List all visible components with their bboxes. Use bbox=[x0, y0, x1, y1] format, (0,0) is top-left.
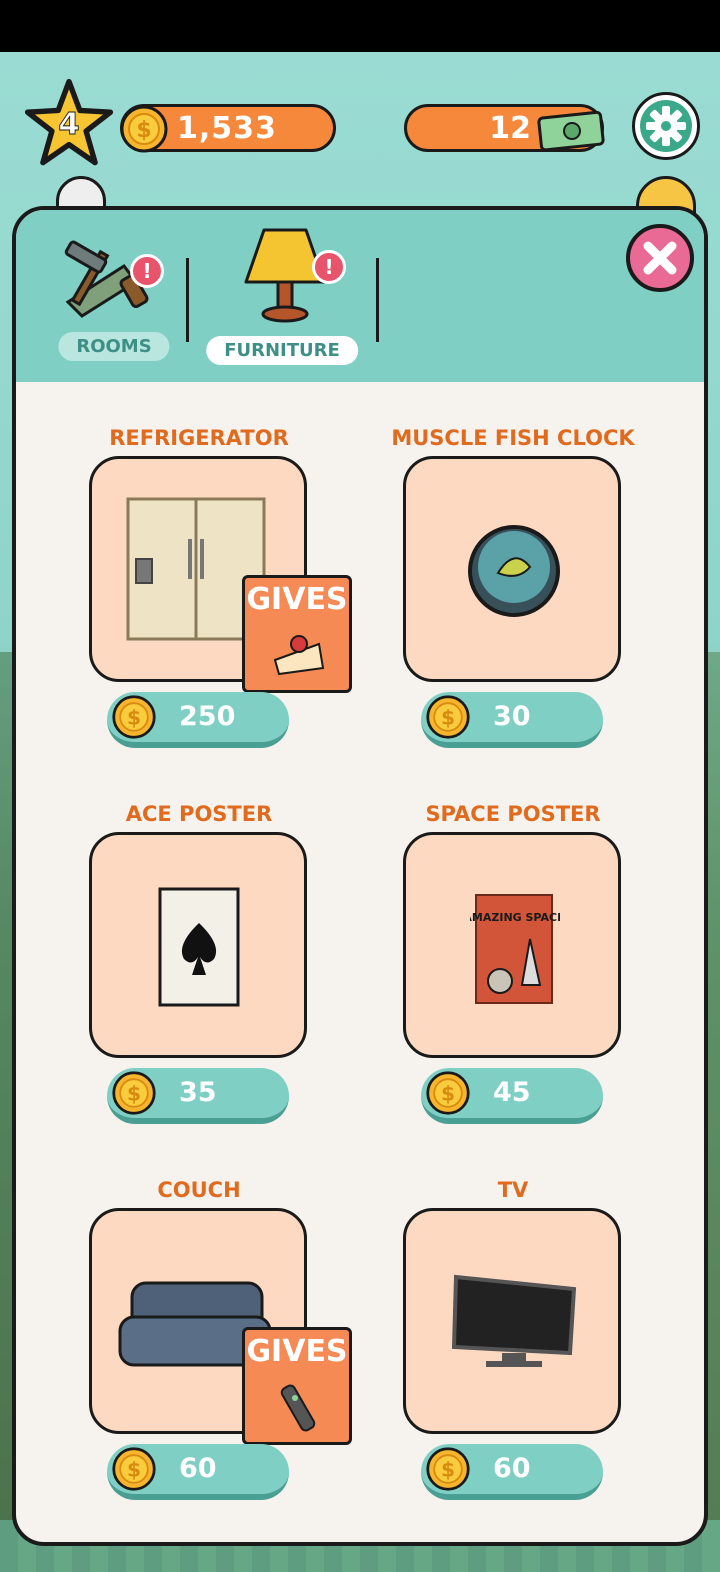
ace-of-spades-icon bbox=[158, 887, 240, 1007]
gives-reward-badge: GIVES bbox=[242, 575, 352, 693]
coin-icon: $ bbox=[120, 105, 168, 153]
price-value: 250 bbox=[179, 701, 236, 732]
furniture-alert-badge: ! bbox=[312, 250, 346, 284]
shop-header: ! ROOMS ! FURNITURE bbox=[16, 210, 704, 382]
status-bar bbox=[0, 0, 720, 52]
price-value: 60 bbox=[179, 1453, 217, 1484]
remote-control-icon bbox=[280, 1384, 316, 1432]
price-button[interactable]: $ 250 bbox=[107, 692, 289, 748]
svg-text:$: $ bbox=[127, 1081, 141, 1105]
tab-furniture-label: FURNITURE bbox=[206, 336, 358, 365]
item-card[interactable] bbox=[403, 456, 621, 682]
rooms-alert-badge: ! bbox=[130, 254, 164, 288]
coin-icon: $ bbox=[112, 695, 156, 739]
item-title: TV bbox=[497, 1178, 529, 1202]
fish-clock-icon bbox=[468, 525, 560, 617]
close-button[interactable] bbox=[626, 224, 694, 292]
price-button[interactable]: $ 45 bbox=[421, 1068, 603, 1124]
coin-icon: $ bbox=[426, 1447, 470, 1491]
price-value: 35 bbox=[179, 1077, 217, 1108]
tv-icon bbox=[451, 1274, 577, 1367]
settings-button[interactable] bbox=[632, 92, 700, 160]
cake-icon bbox=[273, 635, 325, 676]
svg-text:$: $ bbox=[127, 705, 141, 729]
svg-text:$: $ bbox=[441, 705, 455, 729]
cash-balance-bar[interactable]: 12 bbox=[404, 104, 605, 152]
price-button[interactable]: $ 30 bbox=[421, 692, 603, 748]
gear-icon bbox=[640, 100, 692, 152]
price-value: 30 bbox=[493, 701, 531, 732]
svg-text:$: $ bbox=[441, 1457, 455, 1481]
item-card[interactable]: GIVES bbox=[89, 456, 352, 693]
tab-divider bbox=[376, 258, 379, 342]
tab-rooms-label: ROOMS bbox=[58, 332, 170, 361]
coin-balance-value: 1,533 bbox=[177, 111, 277, 146]
poster-text: AMAZING SPACE bbox=[470, 911, 560, 924]
coin-icon: $ bbox=[112, 1071, 156, 1115]
coin-balance-bar[interactable]: $ 1,533 bbox=[120, 104, 336, 153]
price-button[interactable]: $ 60 bbox=[421, 1444, 603, 1500]
gives-label: GIVES bbox=[246, 582, 348, 617]
gives-label: GIVES bbox=[246, 1334, 348, 1369]
item-card[interactable] bbox=[403, 1208, 621, 1434]
price-value: 60 bbox=[493, 1453, 531, 1484]
item-title: MUSCLE FISH CLOCK bbox=[391, 426, 635, 450]
tab-divider bbox=[186, 258, 189, 342]
close-icon bbox=[643, 241, 677, 275]
tab-rooms[interactable]: ! ROOMS bbox=[34, 224, 194, 374]
svg-text:$: $ bbox=[136, 118, 151, 143]
gives-reward-badge: GIVES bbox=[242, 1327, 352, 1445]
item-title: COUCH bbox=[157, 1178, 241, 1202]
item-card[interactable]: AMAZING SPACE bbox=[403, 832, 621, 1058]
coin-icon: $ bbox=[426, 695, 470, 739]
cash-balance-value: 12 bbox=[489, 111, 531, 146]
coin-icon: $ bbox=[426, 1071, 470, 1115]
item-title: REFRIGERATOR bbox=[109, 426, 289, 450]
cash-bill-icon bbox=[537, 110, 605, 152]
price-button[interactable]: $ 60 bbox=[107, 1444, 289, 1500]
coin-icon: $ bbox=[112, 1447, 156, 1491]
level-value: 4 bbox=[58, 107, 79, 142]
svg-text:$: $ bbox=[441, 1081, 455, 1105]
item-card[interactable] bbox=[89, 832, 307, 1058]
space-poster-icon: AMAZING SPACE bbox=[470, 894, 560, 1004]
tab-furniture[interactable]: ! FURNITURE bbox=[202, 224, 362, 374]
level-star-icon[interactable]: 4 bbox=[24, 78, 114, 168]
price-button[interactable]: $ 35 bbox=[107, 1068, 289, 1124]
shop-panel: ! ROOMS ! FURNITURE REFRIGERATOR GIVES $… bbox=[12, 206, 708, 1546]
price-value: 45 bbox=[493, 1077, 531, 1108]
item-title: ACE POSTER bbox=[125, 802, 273, 826]
svg-text:$: $ bbox=[127, 1457, 141, 1481]
item-title: SPACE POSTER bbox=[425, 802, 601, 826]
item-card[interactable]: GIVES bbox=[89, 1208, 352, 1445]
